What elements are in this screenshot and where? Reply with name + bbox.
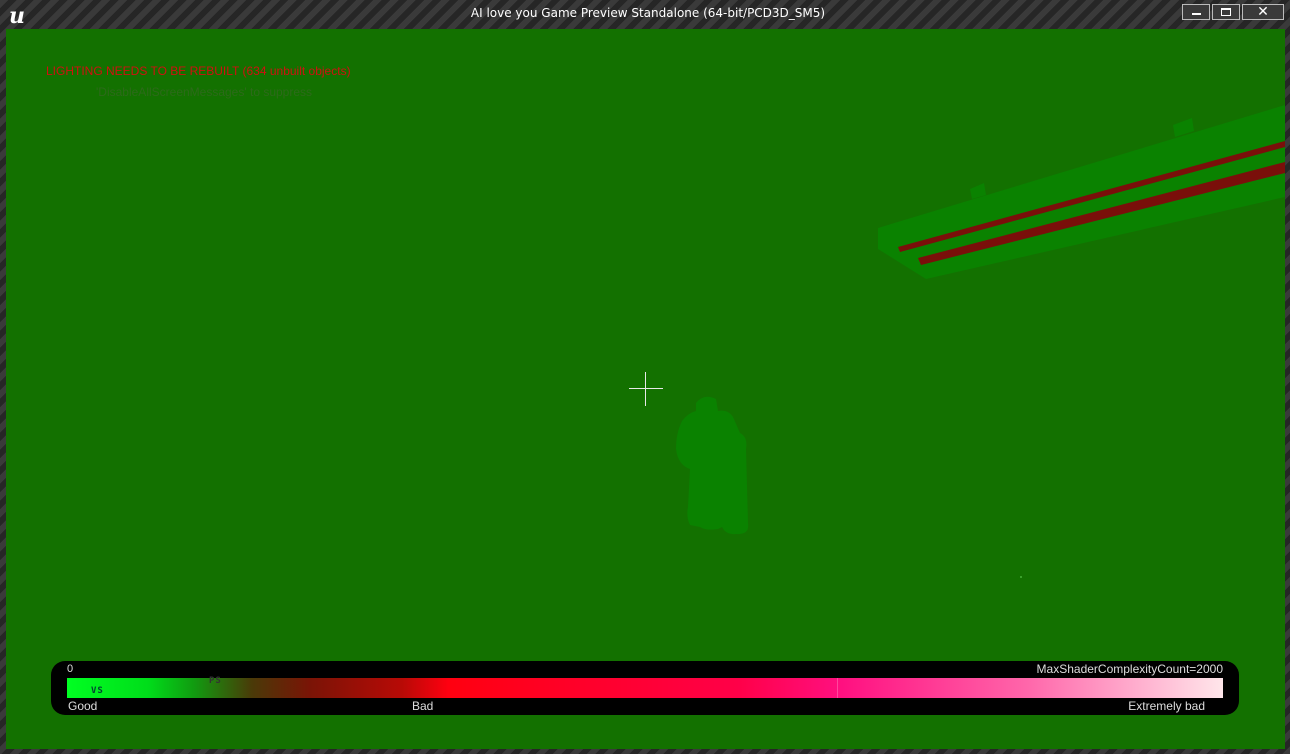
minimize-icon	[1192, 13, 1201, 15]
scene-speck	[1020, 576, 1022, 578]
ps-marker: PS	[209, 676, 222, 686]
crosshair-vertical	[645, 372, 646, 406]
minimize-button[interactable]	[1182, 4, 1210, 20]
shader-complexity-legend: 0 MaxShaderComplexityCount=2000 PS VS Go…	[51, 661, 1239, 715]
crosshair-horizontal	[629, 388, 663, 389]
legend-max-count: MaxShaderComplexityCount=2000	[1036, 662, 1223, 676]
crosshair-icon	[629, 372, 663, 406]
gradient-tick	[837, 678, 838, 698]
lighting-warning-text: LIGHTING NEEDS TO BE REBUILT (634 unbuil…	[46, 64, 351, 78]
label-good: Good	[68, 699, 98, 713]
label-bad: Bad	[412, 699, 434, 713]
vs-marker: VS	[91, 686, 104, 696]
window-controls: ✕	[1182, 4, 1284, 22]
character-mesh	[676, 396, 749, 535]
maximize-icon	[1221, 8, 1231, 16]
game-viewport[interactable]: LIGHTING NEEDS TO BE REBUILT (634 unbuil…	[6, 29, 1285, 749]
suppress-hint-text: 'DisableAllScreenMessages' to suppress	[96, 85, 313, 99]
maximize-button[interactable]	[1212, 4, 1240, 20]
label-extremely-bad: Extremely bad	[1128, 699, 1205, 713]
legend-min-value: 0	[67, 663, 74, 675]
window-title: AI love you Game Preview Standalone (64-…	[470, 6, 826, 20]
close-icon: ✕	[1257, 4, 1269, 20]
close-button[interactable]: ✕	[1242, 4, 1284, 20]
title-bar[interactable]: u AI love you Game Preview Standalone (6…	[0, 0, 1290, 29]
complexity-gradient-bar: PS VS	[67, 676, 1223, 698]
game-window: u AI love you Game Preview Standalone (6…	[0, 0, 1290, 754]
